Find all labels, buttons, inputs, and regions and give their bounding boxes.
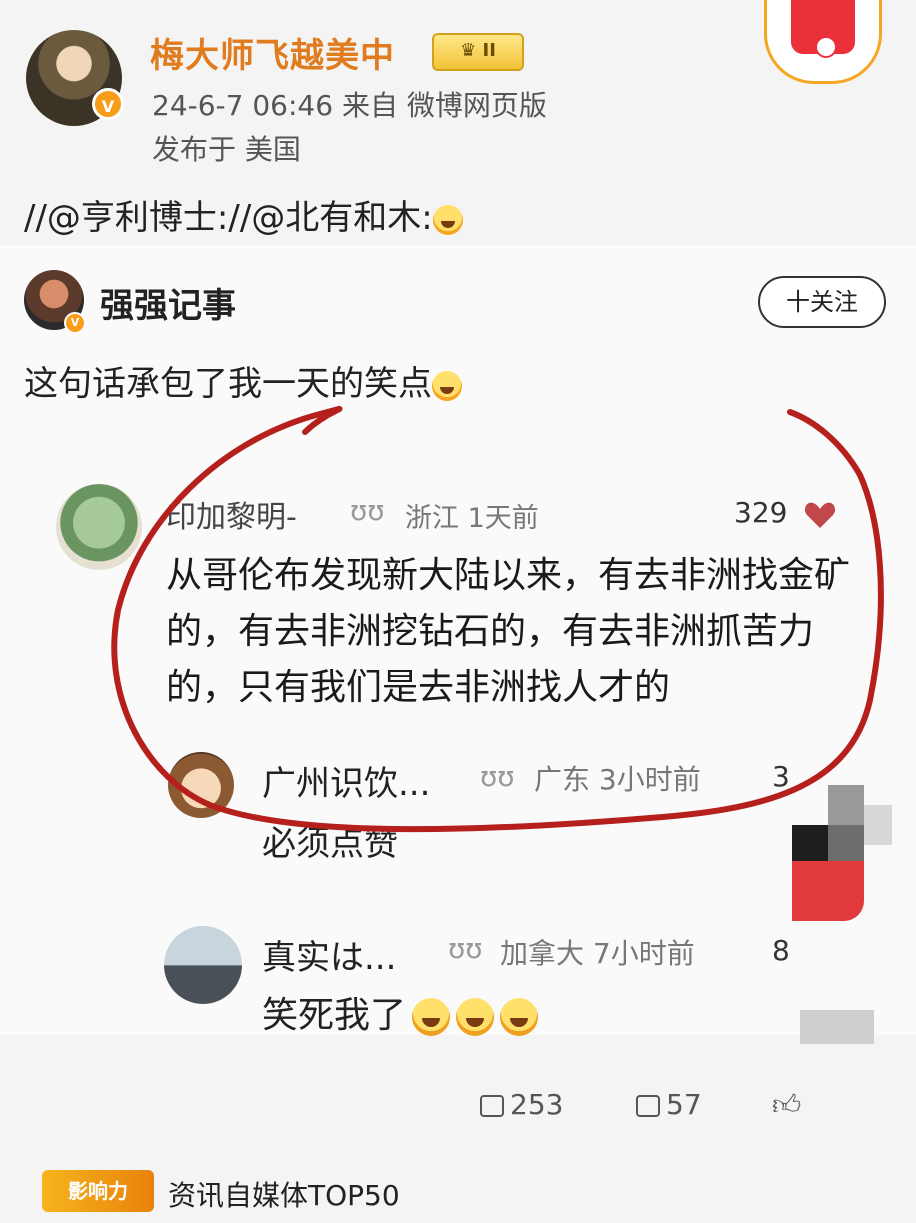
commenter-avatar[interactable] [56, 484, 142, 570]
comment-location-time: 广东 3小时前 [534, 763, 701, 796]
repost-text: //@亨利博士://@北有和木: [24, 190, 463, 239]
comment-text-content: 笑死我了 [262, 995, 407, 1036]
post-time-source: 24-6-7 06:46 来自 微博网页版 [152, 89, 547, 122]
commenter-name[interactable]: 真实は... [262, 930, 396, 979]
share-icon [480, 1095, 504, 1117]
level-badge-text: II [482, 40, 496, 61]
cry-laugh-emoji-icon [456, 998, 495, 1036]
member-icon: ʊʊ [480, 760, 515, 793]
mosaic-censor-small [800, 1010, 874, 1044]
member-icon: ʊʊ [448, 932, 483, 965]
laugh-emoji-icon [432, 204, 463, 235]
influence-rank-text[interactable]: 资讯自媒体TOP50 [168, 1174, 400, 1214]
repost-chain: //@亨利博士://@北有和木: [24, 198, 433, 238]
author-name[interactable]: 梅大师飞越美中 [150, 28, 395, 77]
share-button[interactable]: 253 [480, 1088, 563, 1121]
post-location: 发布于 美国 [152, 133, 301, 166]
laugh-emoji-icon [412, 998, 451, 1036]
red-packet-seal [815, 36, 837, 58]
comment-like-count: 3 [772, 760, 790, 793]
comment-like-count: 329 [734, 496, 788, 529]
commenter-avatar[interactable] [168, 752, 234, 818]
comment-location-time: 加拿大 7小时前 [500, 937, 695, 970]
commenter-name[interactable]: 广州识饮... [262, 756, 430, 805]
share-count: 253 [510, 1088, 564, 1121]
comment-button[interactable]: 57 [636, 1088, 702, 1121]
comment-icon [636, 1095, 660, 1117]
quoted-author-name[interactable]: 强强记事 [100, 278, 236, 327]
heart-icon[interactable] [804, 500, 836, 530]
comment-text: 必须点赞 [262, 824, 398, 864]
level-badge: ♛ II [432, 33, 524, 71]
comment-like-count: 8 [772, 934, 790, 967]
verified-badge: V [92, 88, 124, 120]
quoted-text-content: 这句话承包了我一天的笑点 [24, 364, 432, 404]
thumbs-up-icon: 👍︎ [772, 1088, 802, 1121]
verified-badge-small: V [64, 312, 86, 334]
commenter-avatar[interactable] [164, 926, 242, 1004]
quoted-text: 这句话承包了我一天的笑点 [24, 356, 462, 405]
red-packet-icon[interactable] [764, 0, 882, 84]
comment-count: 57 [666, 1088, 702, 1121]
crown-icon: ♛ [460, 40, 477, 61]
comment-location-time: 浙江 1天前 [405, 503, 539, 534]
member-icon: ʊʊ [350, 494, 385, 527]
laugh-emoji-icon [500, 998, 539, 1036]
influence-badge[interactable]: 影响力 [42, 1170, 154, 1212]
comment-text: 从哥伦布发现新大陆以来，有去非洲找金矿的，有去非洲挖钻石的，有去非洲抓苦力的，只… [166, 555, 851, 708]
mosaic-censor [792, 785, 892, 925]
comment-text: 笑死我了 [262, 986, 539, 1038]
commenter-name[interactable]: 印加黎明- [166, 492, 297, 536]
follow-button[interactable]: 十关注 [758, 276, 886, 328]
cry-laugh-emoji-icon [432, 370, 462, 401]
like-button[interactable]: 👍︎ [772, 1088, 801, 1122]
